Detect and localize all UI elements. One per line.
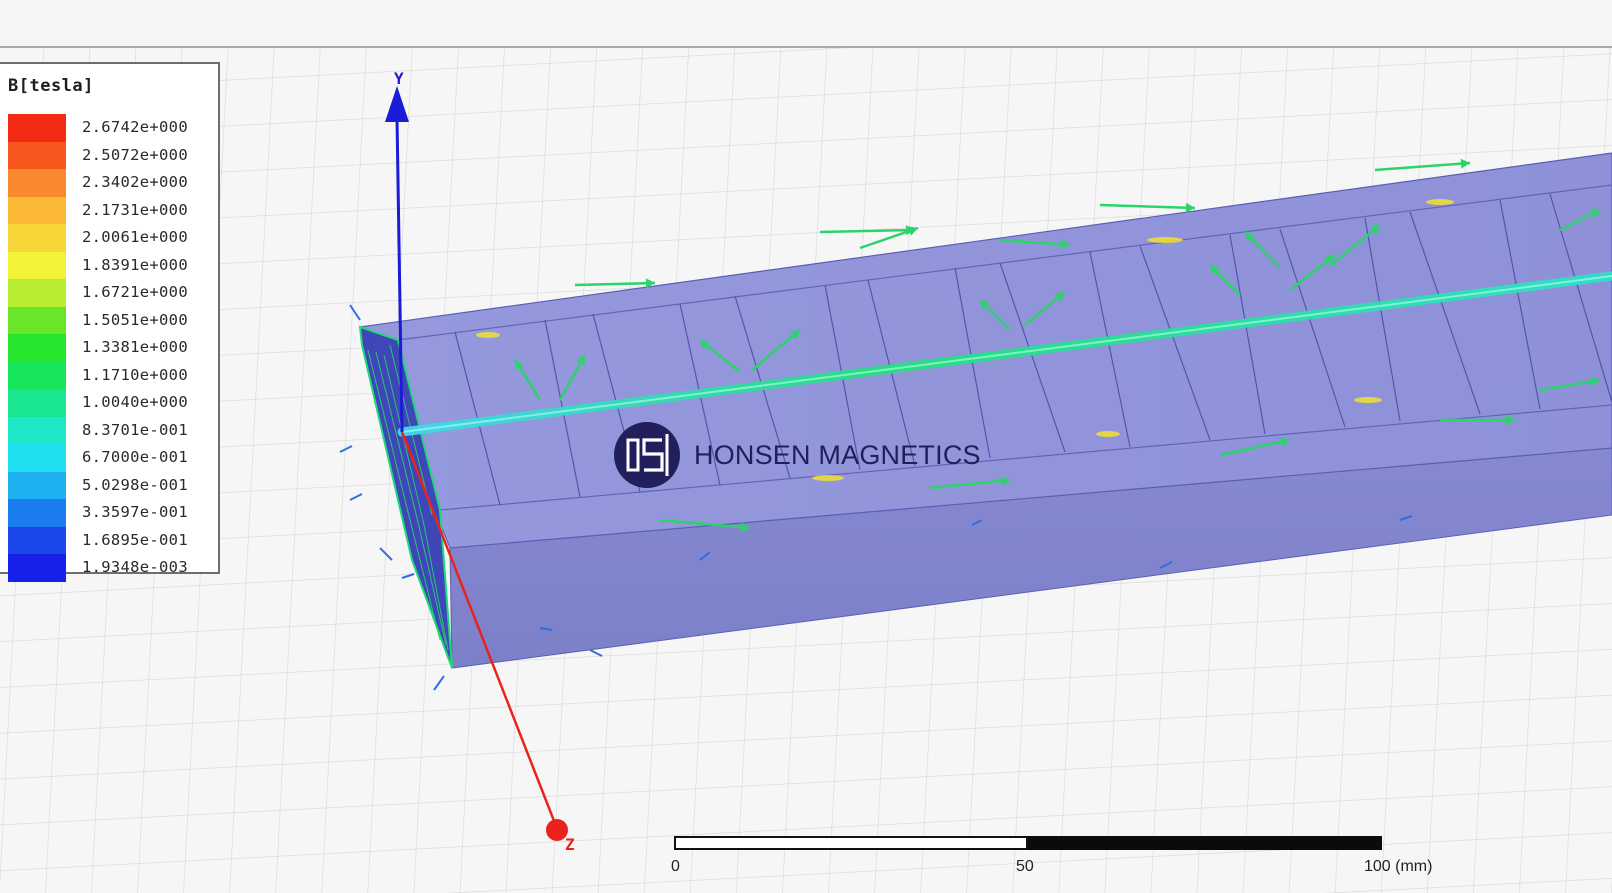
legend-value: 2.0061e+000 — [82, 228, 188, 246]
legend-color-swatch — [8, 444, 66, 472]
scale-bar-black-segment — [1028, 836, 1382, 850]
legend-row: 5.0298e-001 — [0, 471, 218, 500]
legend-color-swatch — [8, 389, 66, 417]
legend-color-swatch — [8, 251, 66, 280]
legend-value: 1.1710e+000 — [82, 365, 188, 384]
scale-label-0: 0 — [671, 858, 680, 875]
legend-value: 2.3402e+000 — [82, 173, 188, 191]
legend-row: 2.5072e+000 — [0, 141, 218, 170]
legend-value: 6.7000e-001 — [82, 448, 188, 466]
legend-color-swatch — [8, 334, 66, 362]
brand-watermark: HONSEN MAGNETICS — [612, 420, 981, 490]
z-axis-label: Z — [565, 835, 575, 854]
legend-color-swatch — [8, 114, 66, 142]
watermark-text: HONSEN MAGNETICS — [694, 439, 981, 470]
legend-color-swatch — [8, 554, 66, 582]
legend-value: 8.3701e-001 — [82, 420, 188, 439]
legend-row: 1.8391e+000 — [0, 251, 218, 280]
legend-value: 1.8391e+000 — [82, 255, 188, 274]
legend-value: 1.5051e+000 — [82, 310, 188, 329]
legend-color-swatch — [8, 526, 66, 555]
legend-value: 1.6895e-001 — [82, 530, 188, 549]
legend-color-swatch — [8, 279, 66, 307]
legend-value: 2.1731e+000 — [82, 200, 188, 219]
legend-title: B[tesla] — [8, 76, 94, 96]
legend-row: 2.1731e+000 — [0, 196, 218, 225]
y-axis-label: Y — [394, 69, 404, 88]
legend-row: 3.3597e-001 — [0, 499, 218, 527]
legend-color-swatch — [8, 306, 66, 335]
legend-row: 1.6721e+000 — [0, 279, 218, 307]
honsen-logo-icon — [614, 422, 680, 488]
legend-row: 1.0040e+000 — [0, 389, 218, 417]
legend-color-swatch — [8, 169, 66, 197]
color-legend[interactable]: B[tesla] 2.6742e+000 2.5072e+000 2.3402e+0… — [0, 62, 220, 582]
legend-value: 1.0040e+000 — [82, 393, 188, 411]
field-plot-window: Y Z B[tesla] 2.6742e+000 2.5072e+000 2.340… — [0, 0, 1612, 893]
legend-color-swatch — [8, 196, 66, 225]
legend-row: 1.1710e+000 — [0, 361, 218, 390]
legend-color-swatch — [8, 141, 66, 170]
legend-value: 2.6742e+000 — [82, 118, 188, 136]
legend-row: 6.7000e-001 — [0, 444, 218, 472]
legend-value: 3.3597e-001 — [82, 503, 188, 521]
scale-label-50: 50 — [1016, 858, 1034, 875]
legend-color-swatch — [8, 471, 66, 500]
legend-color-swatch — [8, 224, 66, 252]
legend-value: 1.3381e+000 — [82, 338, 188, 356]
legend-color-swatch — [8, 361, 66, 390]
legend-value: 1.6721e+000 — [82, 283, 188, 301]
legend-color-swatch — [8, 416, 66, 445]
legend-row: 8.3701e-001 — [0, 416, 218, 445]
legend-row: 2.0061e+000 — [0, 224, 218, 252]
legend-row: 1.9348e-003 — [0, 554, 218, 582]
legend-color-swatch — [8, 499, 66, 527]
toolbar-strip — [0, 0, 1612, 48]
legend-value: 5.0298e-001 — [82, 475, 188, 494]
legend-row: 1.6895e-001 — [0, 526, 218, 555]
scale-bar: 0 50 100 (mm) — [671, 836, 1432, 893]
legend-row: 2.3402e+000 — [0, 169, 218, 197]
legend-value: 1.9348e-003 — [82, 558, 188, 576]
legend-value: 2.5072e+000 — [82, 145, 188, 164]
legend-row: 1.3381e+000 — [0, 334, 218, 362]
legend-row: 2.6742e+000 — [0, 114, 218, 142]
legend-row: 1.5051e+000 — [0, 306, 218, 335]
scale-bar-white-segment — [674, 836, 1028, 850]
scale-label-100: 100 (mm) — [1364, 858, 1433, 875]
